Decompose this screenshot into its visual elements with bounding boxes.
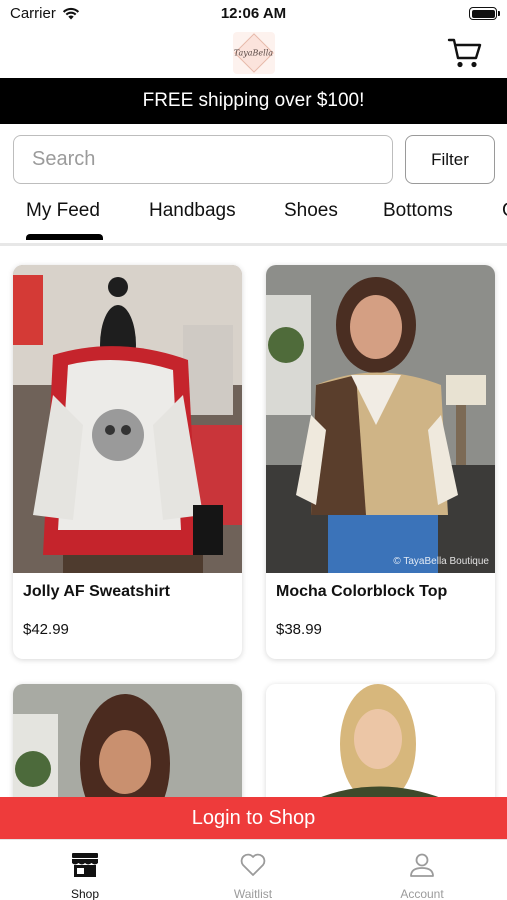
image-watermark: © TayaBella Boutique: [393, 556, 489, 567]
heart-icon: [240, 853, 266, 876]
active-tab-indicator: [26, 234, 103, 240]
tab-waitlist-label: Waitlist: [233, 887, 273, 900]
product-name: Jolly AF Sweatshirt: [23, 583, 170, 600]
tab-shoes[interactable]: Shoes: [284, 200, 338, 222]
product-price: $38.99: [276, 621, 322, 638]
search-placeholder: Search: [32, 148, 96, 170]
tabs-divider: [0, 243, 507, 246]
status-bar: Carrier 12:06 AM: [0, 0, 507, 28]
tab-account-label: Account: [400, 887, 444, 900]
product-image[interactable]: [13, 265, 242, 573]
cart-icon[interactable]: [447, 36, 483, 70]
product-price: $42.99: [23, 621, 69, 638]
tab-waitlist[interactable]: Waitlist: [203, 852, 303, 900]
person-icon: [410, 853, 434, 877]
promo-banner: FREE shipping over $100!: [0, 78, 507, 124]
product-card[interactable]: Jolly AF Sweatshirt $42.99: [13, 265, 242, 659]
storefront-icon: [72, 853, 98, 877]
clock: 12:06 AM: [220, 5, 287, 22]
tab-account[interactable]: Account: [372, 852, 472, 900]
product-card[interactable]: © TayaBella Boutique Mocha Colorblock To…: [266, 265, 495, 659]
filter-button[interactable]: Filter: [405, 135, 495, 184]
tab-shop-label: Shop: [70, 887, 100, 900]
search-input[interactable]: Search: [13, 135, 393, 184]
category-tabs: My Feed Handbags Shoes Bottoms G: [0, 196, 507, 246]
brand-logo[interactable]: TayaBella: [233, 32, 275, 74]
login-to-shop-button[interactable]: Login to Shop: [0, 797, 507, 839]
tab-handbags[interactable]: Handbags: [149, 200, 236, 222]
tab-partial[interactable]: G: [502, 200, 507, 222]
product-name: Mocha Colorblock Top: [276, 583, 448, 600]
tab-bottoms[interactable]: Bottoms: [383, 200, 453, 222]
product-image[interactable]: © TayaBella Boutique: [266, 265, 495, 573]
battery-icon: [469, 7, 500, 20]
logo-text: TayaBella: [234, 48, 274, 58]
tab-my-feed[interactable]: My Feed: [26, 200, 100, 222]
app-header: TayaBella: [0, 28, 507, 78]
bottom-tab-bar: Shop Waitlist Account: [0, 839, 507, 900]
tab-shop[interactable]: Shop: [35, 852, 135, 900]
